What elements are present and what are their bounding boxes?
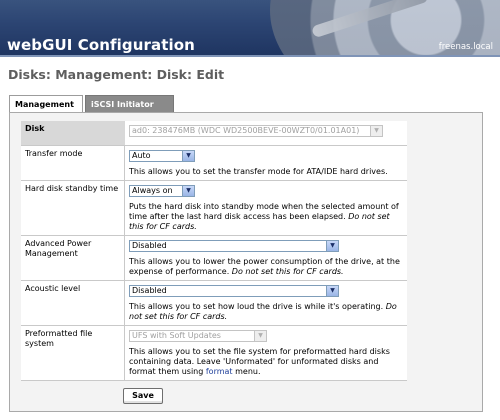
tab-management[interactable]: Management xyxy=(9,95,83,113)
apm-select[interactable]: Disabled ▼ xyxy=(129,240,339,252)
transfer-mode-label: Transfer mode xyxy=(21,146,125,180)
form-row-disk: Disk ad0: 238476MB (WDC WD2500BEVE-00WZT… xyxy=(21,121,407,146)
apm-description: This allows you to lower the power consu… xyxy=(129,257,403,277)
form-row-apm: Advanced Power Management Disabled ▼ Thi… xyxy=(21,236,407,281)
chevron-down-icon: ▼ xyxy=(326,286,338,296)
chevron-down-icon: ▼ xyxy=(326,241,338,251)
chevron-down-icon: ▼ xyxy=(182,151,194,161)
disk-select: ad0: 238476MB (WDC WD2500BEVE-00WZT0/01.… xyxy=(129,125,383,137)
apm-note: Do not set this for CF cards. xyxy=(231,267,344,276)
form-row-filesystem: Preformatted file system UFS with Soft U… xyxy=(21,326,407,381)
disk-label: Disk xyxy=(21,121,125,145)
page-title: Disks: Management: Disk: Edit xyxy=(8,67,225,82)
transfer-mode-value: Auto xyxy=(132,151,151,160)
transfer-mode-description: This allows you to set the transfer mode… xyxy=(129,167,388,176)
hostname-label: freenas.local xyxy=(438,42,493,52)
standby-label: Hard disk standby time xyxy=(21,181,125,235)
form-row-transfer-mode: Transfer mode Auto ▼ This allows you to … xyxy=(21,146,407,181)
standby-value: Always on xyxy=(132,186,173,195)
acoustic-description: This allows you to set how loud the driv… xyxy=(129,302,403,322)
page-header: webGUI Configuration freenas.local xyxy=(0,0,500,57)
acoustic-label: Acoustic level xyxy=(21,281,125,325)
chevron-down-icon: ▼ xyxy=(254,331,266,341)
disk-select-value: ad0: 238476MB (WDC WD2500BEVE-00WZT0/01.… xyxy=(132,126,360,135)
filesystem-value: UFS with Soft Updates xyxy=(132,331,221,340)
app-title: webGUI Configuration xyxy=(7,36,195,54)
disk-edit-form: Disk ad0: 238476MB (WDC WD2500BEVE-00WZT… xyxy=(21,121,407,404)
content-panel: Disk ad0: 238476MB (WDC WD2500BEVE-00WZT… xyxy=(9,112,483,412)
tab-iscsi-initiator[interactable]: iSCSI Initiator xyxy=(85,95,174,112)
filesystem-description: This allows you to set the file system f… xyxy=(129,347,403,377)
filesystem-label: Preformatted file system xyxy=(21,326,125,380)
acoustic-select[interactable]: Disabled ▼ xyxy=(129,285,339,297)
standby-description: Puts the hard disk into standby mode whe… xyxy=(129,202,403,232)
form-row-standby: Hard disk standby time Always on ▼ Puts … xyxy=(21,181,407,236)
apm-label: Advanced Power Management xyxy=(21,236,125,280)
format-link[interactable]: format xyxy=(206,367,233,376)
filesystem-select: UFS with Soft Updates ▼ xyxy=(129,330,267,342)
filesystem-desc-line3: menu. xyxy=(235,367,261,376)
transfer-mode-select[interactable]: Auto ▼ xyxy=(129,150,195,162)
apm-value: Disabled xyxy=(132,241,167,250)
acoustic-value: Disabled xyxy=(132,286,167,295)
standby-select[interactable]: Always on ▼ xyxy=(129,185,195,197)
chevron-down-icon: ▼ xyxy=(182,186,194,196)
chevron-down-icon: ▼ xyxy=(370,126,382,136)
save-button-wrap: Save xyxy=(123,388,407,404)
acoustic-desc-text: This allows you to set how loud the driv… xyxy=(129,302,384,311)
save-button[interactable]: Save xyxy=(123,388,163,404)
form-row-acoustic: Acoustic level Disabled ▼ This allows yo… xyxy=(21,281,407,326)
header-divider xyxy=(0,55,500,57)
